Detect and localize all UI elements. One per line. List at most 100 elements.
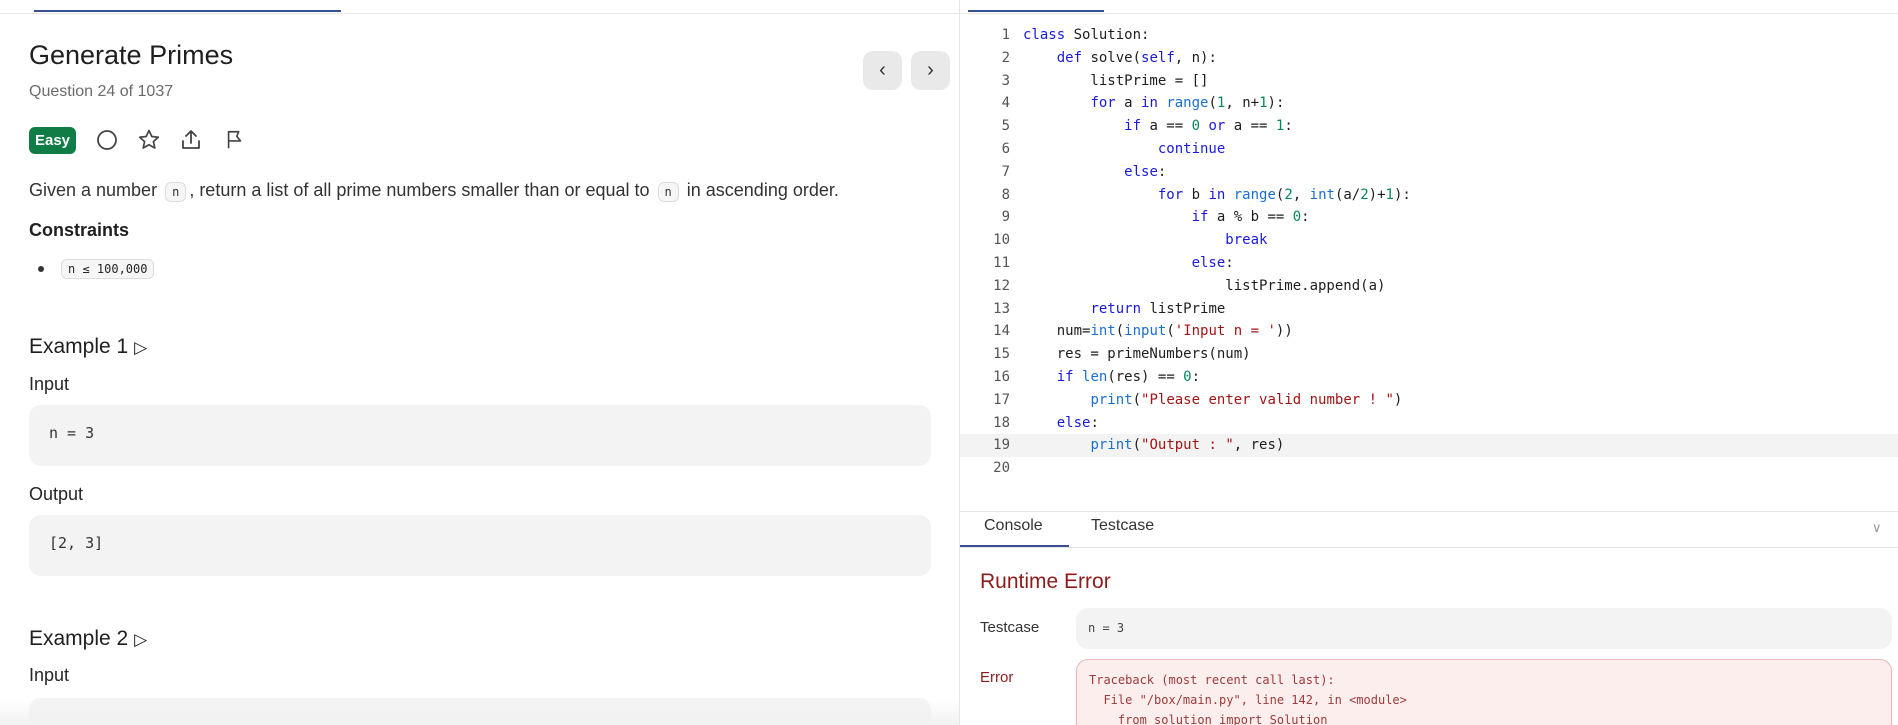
code-text: else: (1023, 412, 1099, 435)
problem-title: Generate Primes (29, 40, 234, 70)
code-token: res = primeNumbers(num) (1023, 346, 1251, 363)
code-token: , (1292, 186, 1310, 203)
code-token: ( (1132, 391, 1142, 408)
line-number: 10 (993, 232, 1010, 249)
code-line[interactable]: 4 for a in range(1, n+1): (960, 92, 1898, 115)
line-number: 11 (993, 255, 1010, 271)
code-text: else: (1023, 161, 1166, 184)
code-token: : (1157, 163, 1167, 180)
example-2-title[interactable]: Example 2 ▷ (29, 627, 147, 651)
code-text: if a % b == 0: (1023, 206, 1310, 229)
line-number: 19 (993, 437, 1010, 454)
example-title-text: Example 2 (29, 627, 129, 650)
share-icon[interactable] (177, 126, 205, 154)
code-token: "Please enter valid number ! " (1141, 391, 1394, 408)
code-token: : (1225, 255, 1234, 271)
constraint-item: n ≤ 100,000 (61, 259, 155, 279)
play-icon[interactable]: ▷ (134, 630, 147, 649)
line-number: 5 (1001, 118, 1010, 135)
code-line[interactable]: 16 if len(res) == 0: (960, 366, 1898, 389)
code-token: listPrime = [] (1023, 72, 1209, 89)
code-token: for (1157, 186, 1184, 203)
code-text: listPrime.append(a) (1023, 275, 1385, 298)
code-token: 'Input n = ' (1174, 323, 1276, 340)
code-line[interactable]: 7 else: (960, 161, 1898, 184)
code-line[interactable]: 12 listPrime.append(a) (960, 275, 1898, 298)
code-token: 1 (1385, 186, 1394, 203)
code-line[interactable]: 14 num=int(input('Input n = ')) (960, 320, 1898, 343)
collapse-chevron-down-icon[interactable]: ∨ (1872, 520, 1882, 536)
code-line[interactable]: 10 break (960, 229, 1898, 252)
code-token: 0 (1183, 369, 1192, 385)
tab-console[interactable]: Console (984, 517, 1043, 535)
code-line[interactable]: 13 return listPrime (960, 298, 1898, 321)
code-line[interactable]: 9 if a % b == 0: (960, 206, 1898, 229)
code-line[interactable]: 8 for b in range(2, int(a/2)+1): (960, 184, 1898, 207)
code-token: ( (1115, 323, 1125, 340)
code-token: : (1191, 369, 1201, 385)
tab-testcase[interactable]: Testcase (1091, 517, 1154, 535)
code-token: a (1115, 95, 1142, 112)
star-icon[interactable] (135, 126, 163, 154)
prev-question-button[interactable]: ‹ (863, 51, 902, 90)
code-text: num=int(input('Input n = ')) (1023, 320, 1293, 343)
code-token: def (1056, 49, 1083, 66)
code-line[interactable]: 17 print("Please enter valid number ! ") (960, 389, 1898, 412)
code-token: Solution: (1065, 27, 1150, 43)
line-number: 1 (1001, 27, 1010, 43)
code-token: self (1141, 49, 1175, 66)
code-line[interactable]: 20 (960, 457, 1898, 480)
code-text: print("Please enter valid number ! ") (1023, 389, 1402, 412)
play-icon[interactable]: ▷ (134, 338, 147, 357)
scroll-fade (0, 700, 959, 725)
question-counter: Question 24 of 1037 (29, 83, 174, 100)
error-line: File "/box/main.py", line 142, in <modul… (1089, 693, 1407, 707)
code-token: int (1309, 186, 1335, 203)
code-token: continue (1157, 141, 1226, 157)
code-token: else (1056, 414, 1091, 431)
code-line[interactable]: 2 def solve(self, n): (960, 47, 1898, 70)
code-line[interactable]: 1 class Solution: (960, 24, 1898, 47)
code-text: break (1023, 229, 1267, 252)
code-line[interactable]: 11 else: (960, 252, 1898, 275)
code-text: else: (1023, 252, 1234, 275)
code-token: if (1124, 118, 1142, 135)
code-line[interactable]: 15 res = primeNumbers(num) (960, 343, 1898, 366)
example-1-output: [2, 3] (29, 515, 931, 576)
line-number: 13 (993, 300, 1010, 317)
code-token: range (1233, 186, 1276, 203)
code-token: range (1166, 95, 1209, 112)
code-token: : (1301, 209, 1310, 226)
code-text: if len(res) == 0: (1023, 366, 1200, 389)
code-line[interactable]: 3 listPrime = [] (960, 70, 1898, 93)
code-token: break (1225, 232, 1268, 249)
line-number: 4 (1001, 95, 1010, 112)
code-token: "Output : " (1141, 437, 1234, 454)
desc-text: in ascending order. (681, 180, 839, 200)
code-line[interactable]: 5 if a == 0 or a == 1: (960, 115, 1898, 138)
line-number: 18 (993, 414, 1010, 431)
next-question-button[interactable]: › (911, 51, 950, 90)
code-token: b (1183, 186, 1209, 203)
code-token: print (1090, 437, 1133, 454)
solved-status-circle-icon[interactable] (93, 126, 121, 154)
line-number: 3 (1001, 72, 1010, 89)
code-token: ) (1393, 391, 1403, 408)
code-token: , n+ (1225, 95, 1260, 112)
code-line[interactable]: 18 else: (960, 412, 1898, 435)
code-token: : (1090, 414, 1099, 431)
code-token: print (1090, 391, 1133, 408)
code-token: class (1023, 27, 1066, 43)
error-output: Traceback (most recent call last): File … (1076, 659, 1892, 725)
code-token: in (1141, 95, 1158, 112)
code-line[interactable]: 6 continue (960, 138, 1898, 161)
code-line[interactable]: 19 print("Output : ", res) (960, 434, 1898, 458)
example-1-title[interactable]: Example 1 ▷ (29, 335, 147, 359)
code-token: a % b == (1208, 209, 1293, 226)
flag-icon[interactable] (221, 126, 249, 154)
